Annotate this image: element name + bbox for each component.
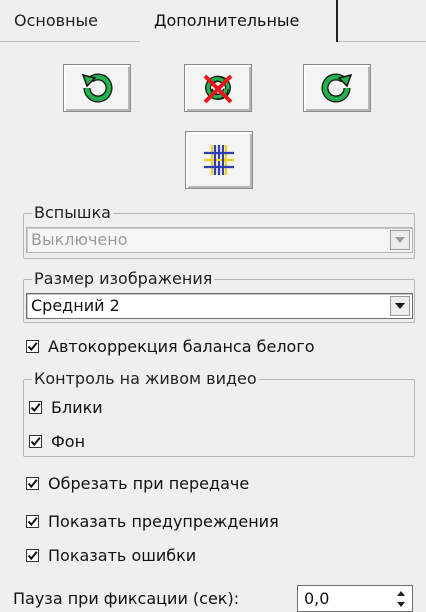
background-checkbox[interactable]	[29, 434, 42, 448]
pause-spinbox[interactable]: 0,0	[297, 585, 413, 612]
background-checkbox-row[interactable]: Фон	[29, 429, 85, 453]
show-errors-checkbox[interactable]	[26, 548, 39, 562]
crop-transfer-label: Обрезать при передаче	[48, 473, 250, 493]
show-errors-label: Показать ошибки	[48, 545, 197, 565]
flash-legend: Вспышка	[32, 202, 113, 224]
flash-select-value: Выключено	[31, 230, 128, 249]
reset-rotation-button[interactable]	[184, 64, 252, 112]
rotate-ccw-icon	[81, 73, 113, 103]
checkmark-icon	[27, 550, 38, 560]
auto-wb-checkbox[interactable]	[26, 339, 39, 353]
crop-transfer-checkbox[interactable]	[26, 476, 39, 490]
live-view-legend: Контроль на живом видео	[32, 368, 259, 390]
show-warnings-label: Показать предупреждения	[48, 511, 279, 531]
show-warnings-checkbox[interactable]	[26, 514, 39, 528]
checkmark-icon	[30, 436, 41, 446]
auto-wb-checkbox-row[interactable]: Автокоррекция баланса белого	[26, 334, 315, 358]
highlights-label: Блики	[51, 397, 103, 417]
auto-wb-label: Автокоррекция баланса белого	[48, 336, 315, 356]
flash-select[interactable]: Выключено	[26, 227, 413, 253]
image-size-legend: Размер изображения	[32, 268, 215, 290]
show-warnings-checkbox-row[interactable]: Показать предупреждения	[26, 509, 279, 533]
checkmark-icon	[27, 341, 38, 351]
pause-stepper	[392, 588, 410, 609]
crop-transfer-checkbox-row[interactable]: Обрезать при передаче	[26, 471, 249, 495]
rotate-left-button[interactable]	[63, 64, 131, 112]
checkmark-icon	[30, 402, 41, 412]
rotate-right-button[interactable]	[303, 64, 371, 112]
image-size-select[interactable]: Средний 2	[26, 293, 413, 319]
chevron-down-icon	[390, 296, 410, 316]
pause-value: 0,0	[304, 589, 330, 608]
tab-bar-filler	[338, 0, 426, 42]
checkmark-icon	[27, 478, 38, 488]
spin-down-icon[interactable]	[392, 599, 410, 609]
pause-label: Пауза при фиксации (сек):	[13, 589, 240, 608]
chevron-down-icon	[390, 230, 410, 250]
highlights-checkbox[interactable]	[29, 400, 42, 414]
grid-icon	[204, 145, 234, 175]
spin-up-icon[interactable]	[392, 588, 410, 598]
image-size-select-value: Средний 2	[31, 296, 120, 315]
reset-rotation-icon	[203, 74, 233, 104]
highlights-checkbox-row[interactable]: Блики	[29, 395, 103, 419]
checkmark-icon	[27, 516, 38, 526]
tab-basic[interactable]: Основные	[0, 0, 140, 42]
background-label: Фон	[51, 431, 86, 451]
tab-advanced[interactable]: Дополнительные	[140, 0, 338, 42]
grid-toggle-button[interactable]	[185, 131, 253, 189]
rotate-cw-icon	[321, 73, 353, 103]
show-errors-checkbox-row[interactable]: Показать ошибки	[26, 543, 196, 567]
